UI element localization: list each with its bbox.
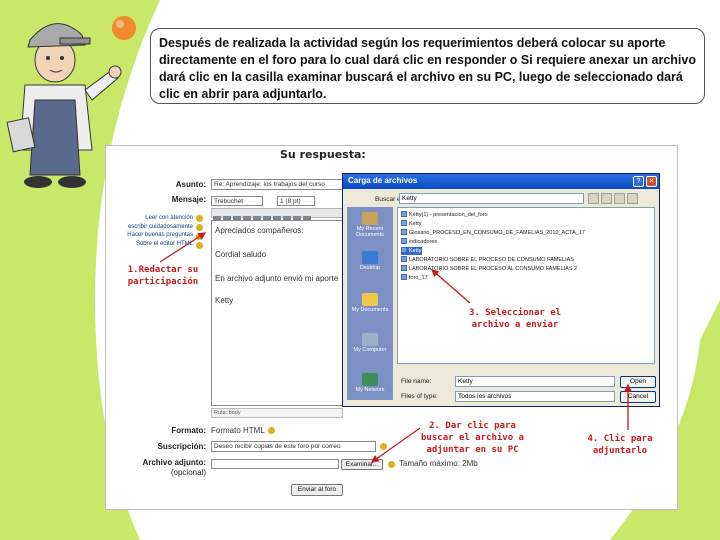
help-icon[interactable]: [388, 461, 395, 468]
editor-line: Ketty: [215, 296, 234, 305]
place-recent[interactable]: My Recent Documents: [347, 212, 393, 238]
help-link-write[interactable]: escribir cuidadosamente: [108, 223, 193, 232]
views-icon[interactable]: [627, 193, 638, 204]
file-list: Ketty(1) - presentacion_del_foro Ketty G…: [397, 207, 655, 364]
list-item-selected[interactable]: Ketty: [401, 247, 422, 255]
lookin-select[interactable]: Ketty: [399, 193, 584, 204]
file-upload-dialog: Carga de archivos ? ✕ Buscar en: Ketty M…: [342, 173, 660, 407]
list-item[interactable]: LABORATORIO SOBRE EL PROCESO AL CONSUMO …: [401, 265, 577, 273]
up-folder-icon[interactable]: [601, 193, 612, 204]
help-link-editor[interactable]: Sobre el editor HTML: [108, 240, 193, 249]
editor-line: Cordial saludo: [215, 250, 267, 259]
step3-annotation: 3. Seleccionar el archivo a enviar: [468, 308, 562, 330]
message-label: Mensaje:: [171, 195, 206, 204]
subscription-select[interactable]: Deseo recibir copias de este foro por co…: [211, 441, 376, 452]
font-select[interactable]: Trebuchet: [211, 196, 263, 206]
format-value: Formato HTML: [211, 426, 265, 435]
submit-button[interactable]: Enviar al foro: [291, 484, 343, 496]
dialog-titlebar: Carga de archivos ? ✕: [343, 174, 659, 189]
editor-toolbar: [211, 208, 343, 222]
list-item[interactable]: indicadores: [401, 238, 437, 246]
step2-annotation: 2. Dar clic para buscar el archivo a adj…: [421, 421, 524, 455]
my-documents-icon: [362, 293, 378, 306]
open-button[interactable]: Open: [620, 376, 656, 388]
list-item[interactable]: LABORATORIO SOBRE EL PROCESO DE CONSUMO …: [401, 256, 574, 264]
list-item[interactable]: foro_17: [401, 274, 428, 282]
document-icon: [401, 247, 407, 253]
document-icon: [401, 211, 407, 217]
filename-input[interactable]: Ketty: [455, 376, 615, 387]
font-size-select[interactable]: 1 (8 pt): [277, 196, 315, 206]
subject-input[interactable]: Re: Aprendizaje: los trabajos del curso: [211, 179, 343, 190]
back-icon[interactable]: [588, 193, 599, 204]
dialog-title: Carga de archivos: [348, 176, 418, 185]
subject-label: Asunto:: [175, 180, 206, 189]
new-folder-icon[interactable]: [614, 193, 625, 204]
help-icon[interactable]: [268, 427, 275, 434]
help-icon[interactable]: ?: [633, 176, 644, 187]
editor-line: Apreciados compañeros:: [215, 226, 304, 235]
document-icon: [401, 238, 407, 244]
format-label: Formato:: [171, 426, 206, 435]
place-computer[interactable]: My Computer: [347, 333, 393, 353]
filetype-label: Files of type:: [401, 393, 438, 400]
editor-line: En archivo adjunto envió mi aporte: [215, 274, 339, 283]
step4-annotation: 4. Clic para adjuntarlo: [587, 434, 653, 456]
list-item[interactable]: Ketty: [401, 220, 422, 228]
editor-path: Ruta: body: [211, 408, 343, 418]
help-icon[interactable]: [196, 224, 203, 231]
browse-button[interactable]: Examinar...: [341, 459, 383, 470]
form-title: Su respuesta:: [280, 148, 366, 161]
help-links: Leer con atención escribir cuidadosament…: [108, 214, 193, 248]
step1-annotation: 1.Redactar su participación: [127, 265, 199, 287]
document-icon: [401, 256, 407, 262]
filename-label: File name:: [401, 378, 432, 385]
attachment-path-input[interactable]: [211, 459, 339, 469]
list-item[interactable]: Ketty(1) - presentacion_del_foro: [401, 211, 488, 219]
places-bar: My Recent Documents Desktop My Documents…: [347, 207, 393, 400]
help-icon[interactable]: [380, 443, 387, 450]
instruction-callout: Después de realizada la actividad según …: [150, 28, 705, 104]
document-icon: [401, 229, 407, 235]
message-editor[interactable]: [211, 220, 343, 406]
help-icon[interactable]: [196, 242, 203, 249]
cancel-button[interactable]: Cancel: [620, 391, 656, 403]
network-icon: [362, 373, 378, 386]
document-icon: [401, 265, 407, 271]
list-item[interactable]: Glosario_PROCESO_EN_CONSUMO_DE_FAMELIAS_…: [401, 229, 585, 237]
help-icon[interactable]: [196, 215, 203, 222]
attachment-optional: (opcional): [170, 468, 206, 477]
max-size-text: Tamaño máximo: 2Mb: [399, 459, 478, 468]
filetype-select[interactable]: Todos los archivos: [455, 391, 615, 402]
subscription-label: Suscripción:: [157, 442, 206, 451]
help-link-questions[interactable]: Hacer buenas preguntas: [108, 231, 193, 240]
my-computer-icon: [362, 333, 378, 346]
desktop-icon: [362, 251, 378, 264]
help-icon[interactable]: [196, 233, 203, 240]
document-icon: [401, 220, 407, 226]
place-network[interactable]: My Network: [347, 373, 393, 393]
help-link-read[interactable]: Leer con atención: [108, 214, 193, 223]
attachment-label: Archivo adjunto:: [142, 458, 206, 467]
document-icon: [401, 274, 407, 280]
recent-documents-icon: [362, 212, 378, 225]
close-icon[interactable]: ✕: [646, 176, 657, 187]
place-documents[interactable]: My Documents: [347, 293, 393, 313]
place-desktop[interactable]: Desktop: [347, 251, 393, 271]
